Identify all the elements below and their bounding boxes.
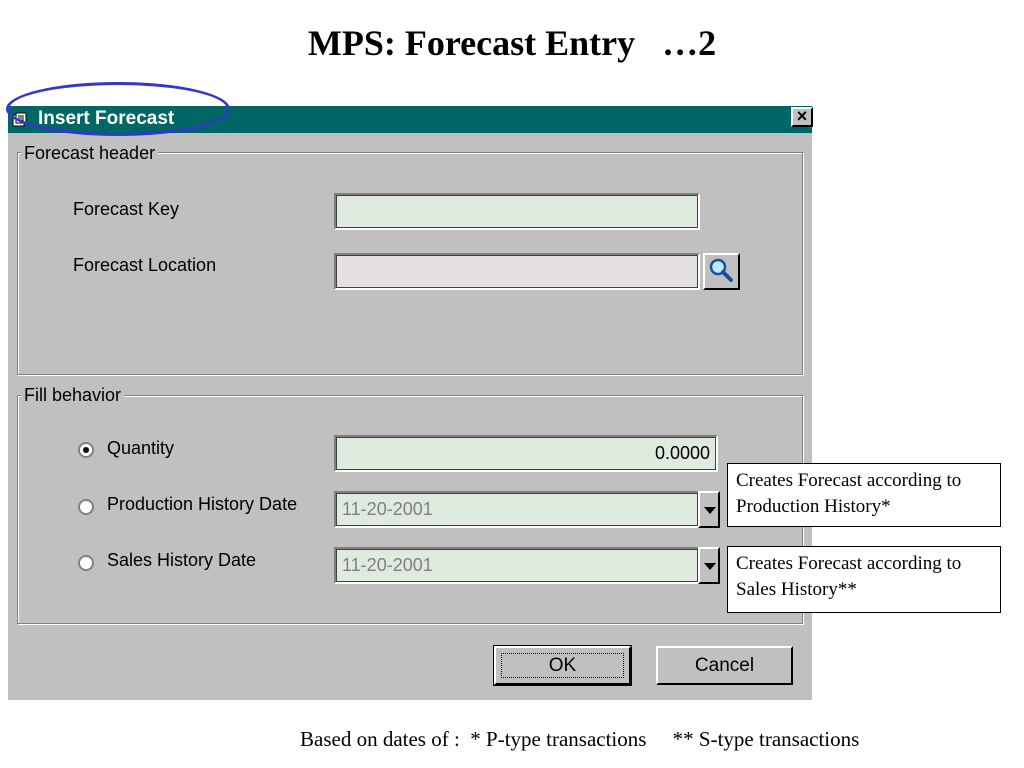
footer-note: Based on dates of : * P-type transaction… [300,727,860,751]
forecast-header-legend: Forecast header [21,143,159,164]
sales-history-date-dropdown[interactable] [698,547,720,584]
quantity-input[interactable] [334,435,718,472]
focus-rect [501,653,624,678]
production-history-date-label: Production History Date [107,494,298,514]
forecast-location-label: Forecast Location [73,255,217,275]
window-icon [12,112,27,127]
forecast-location-input[interactable] [334,253,700,290]
production-history-date-dropdown[interactable] [698,491,720,528]
quantity-label: Quantity [107,438,175,458]
quantity-radio[interactable] [78,442,94,458]
radio-selected-dot [83,447,89,453]
insert-forecast-dialog: Insert Forecast × Forecast header Foreca… [8,106,813,700]
magnifier-icon [709,258,733,282]
forecast-key-input[interactable] [334,193,700,230]
production-history-callout: Creates Forecast according to Production… [727,463,1001,527]
sales-history-date-label: Sales History Date [107,550,257,570]
chevron-down-icon [704,507,716,514]
cancel-button[interactable]: Cancel [656,646,793,685]
fill-behavior-legend: Fill behavior [21,385,125,406]
forecast-key-label: Forecast Key [73,199,180,219]
chevron-down-icon [704,563,716,570]
location-lookup-button[interactable] [703,253,740,290]
dialog-title: Insert Forecast [38,108,175,129]
close-button[interactable]: × [791,107,813,127]
ok-button[interactable]: OK [493,645,632,686]
production-history-date-radio[interactable] [78,499,94,515]
dialog-titlebar[interactable]: Insert Forecast × [8,106,813,133]
sales-history-callout: Creates Forecast according to Sales Hist… [727,546,1001,613]
sales-history-date-input[interactable] [334,547,700,584]
sales-history-date-radio[interactable] [78,555,94,571]
production-history-date-input[interactable] [334,491,700,528]
cancel-button-label: Cancel [694,654,755,676]
slide-title: MPS: Forecast Entry …2 [307,23,717,63]
